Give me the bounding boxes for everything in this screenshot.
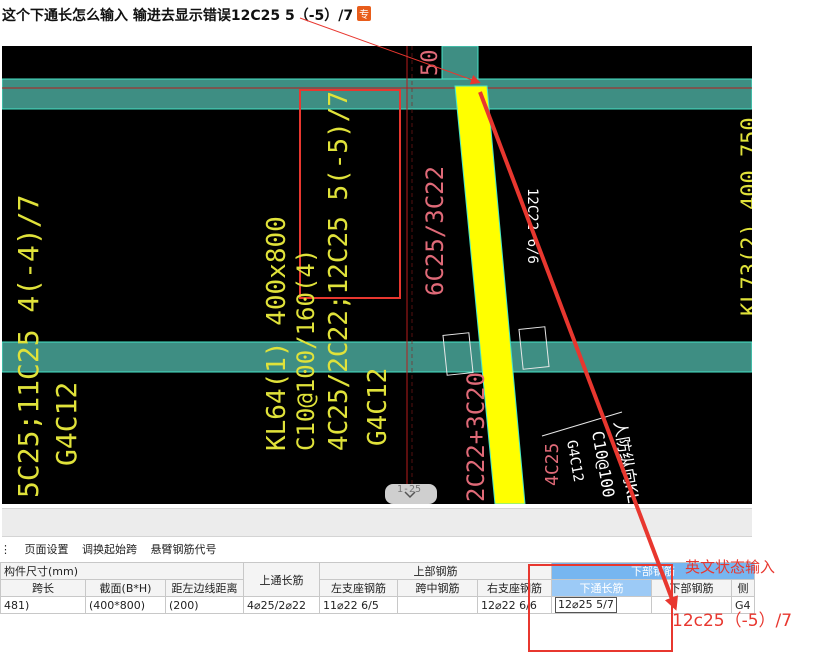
thin-arrow-line bbox=[299, 17, 481, 85]
arrow-line bbox=[478, 91, 679, 611]
table-highlight-box bbox=[528, 564, 673, 652]
annotation-value: 12c25（-5）/7 bbox=[672, 611, 793, 631]
annotation-label: 英文状态输入 bbox=[685, 558, 776, 576]
